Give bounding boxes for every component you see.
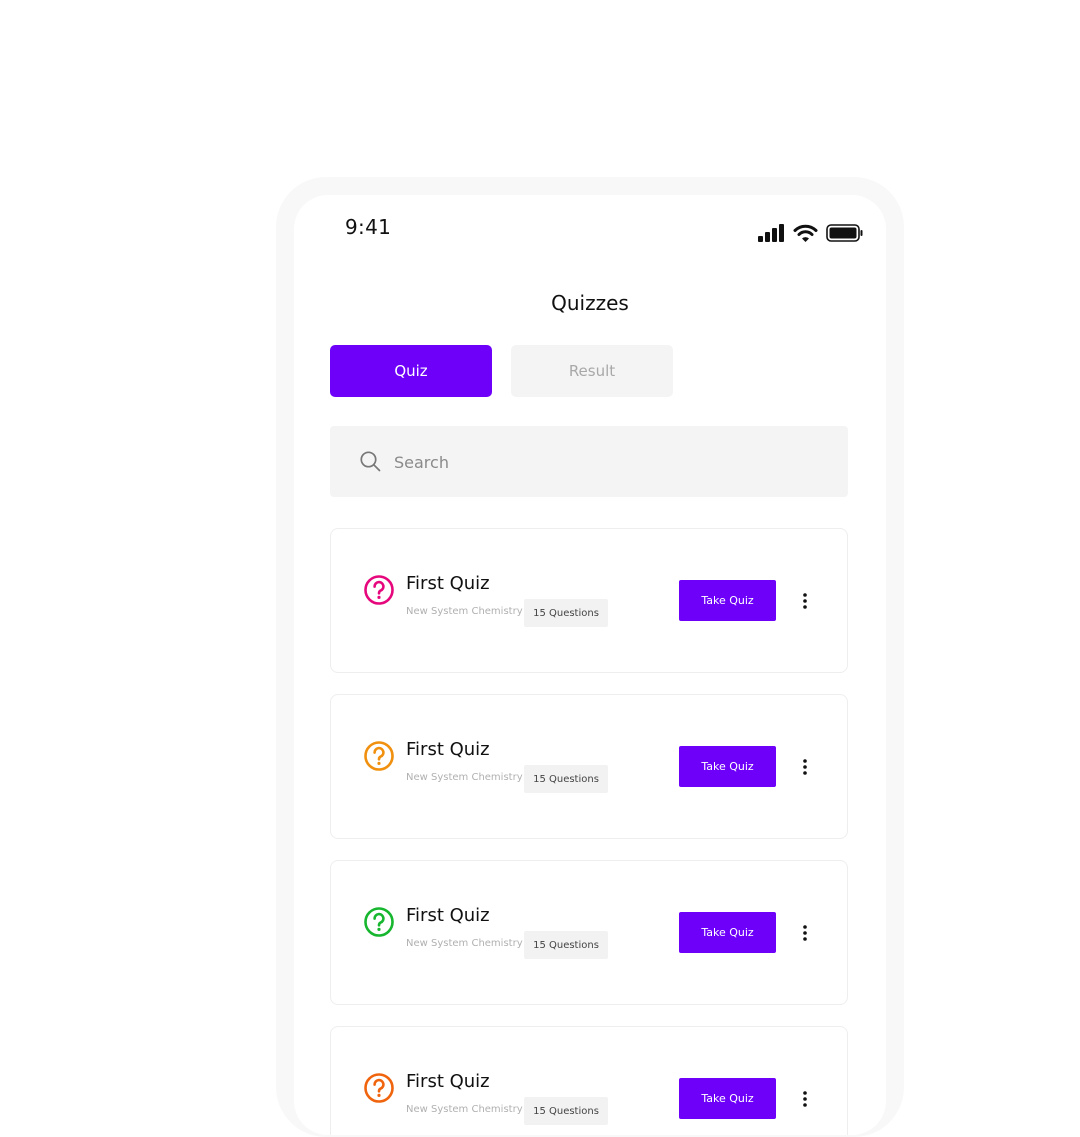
cellular-signal-icon bbox=[758, 224, 785, 242]
tab-result[interactable]: Result bbox=[511, 345, 673, 397]
quiz-subject: New System Chemistry bbox=[406, 606, 523, 617]
question-count-badge: 15 Questions bbox=[524, 599, 608, 627]
status-time: 9:41 bbox=[345, 215, 392, 239]
question-count-badge: 15 Questions bbox=[524, 1097, 608, 1125]
phone-screen: 9:41 Quizzes Quiz Result Search First Qu… bbox=[294, 195, 886, 1135]
take-quiz-button[interactable]: Take Quiz bbox=[679, 1078, 776, 1119]
quiz-subject: New System Chemistry bbox=[406, 772, 523, 783]
take-quiz-button[interactable]: Take Quiz bbox=[679, 746, 776, 787]
question-circle-icon bbox=[363, 740, 395, 776]
question-count-badge: 15 Questions bbox=[524, 765, 608, 793]
more-options-icon[interactable] bbox=[797, 589, 813, 613]
question-circle-icon bbox=[363, 574, 395, 610]
quiz-card: First Quiz New System Chemistry 15 Quest… bbox=[330, 694, 848, 839]
quiz-subject: New System Chemistry bbox=[406, 1104, 523, 1115]
question-circle-icon bbox=[363, 906, 395, 942]
search-icon bbox=[360, 451, 381, 476]
quiz-card: First Quiz New System Chemistry 15 Quest… bbox=[330, 528, 848, 673]
more-options-icon[interactable] bbox=[797, 755, 813, 779]
quiz-subject: New System Chemistry bbox=[406, 938, 523, 949]
search-input[interactable] bbox=[392, 444, 816, 480]
quiz-title: First Quiz bbox=[406, 739, 490, 760]
question-count-badge: 15 Questions bbox=[524, 931, 608, 959]
take-quiz-button[interactable]: Take Quiz bbox=[679, 580, 776, 621]
more-options-icon[interactable] bbox=[797, 1087, 813, 1111]
tab-quiz[interactable]: Quiz bbox=[330, 345, 492, 397]
quiz-title: First Quiz bbox=[406, 1071, 490, 1092]
quiz-card: First Quiz New System Chemistry 15 Quest… bbox=[330, 1026, 848, 1135]
more-options-icon[interactable] bbox=[797, 921, 813, 945]
page-title: Quizzes bbox=[551, 291, 629, 315]
status-icons bbox=[758, 221, 864, 245]
quiz-title: First Quiz bbox=[406, 905, 490, 926]
wifi-icon bbox=[793, 224, 818, 243]
quiz-title: First Quiz bbox=[406, 573, 490, 594]
question-circle-icon bbox=[363, 1072, 395, 1108]
battery-icon bbox=[826, 224, 864, 242]
quiz-card: First Quiz New System Chemistry 15 Quest… bbox=[330, 860, 848, 1005]
take-quiz-button[interactable]: Take Quiz bbox=[679, 912, 776, 953]
search-bar[interactable] bbox=[330, 426, 848, 497]
